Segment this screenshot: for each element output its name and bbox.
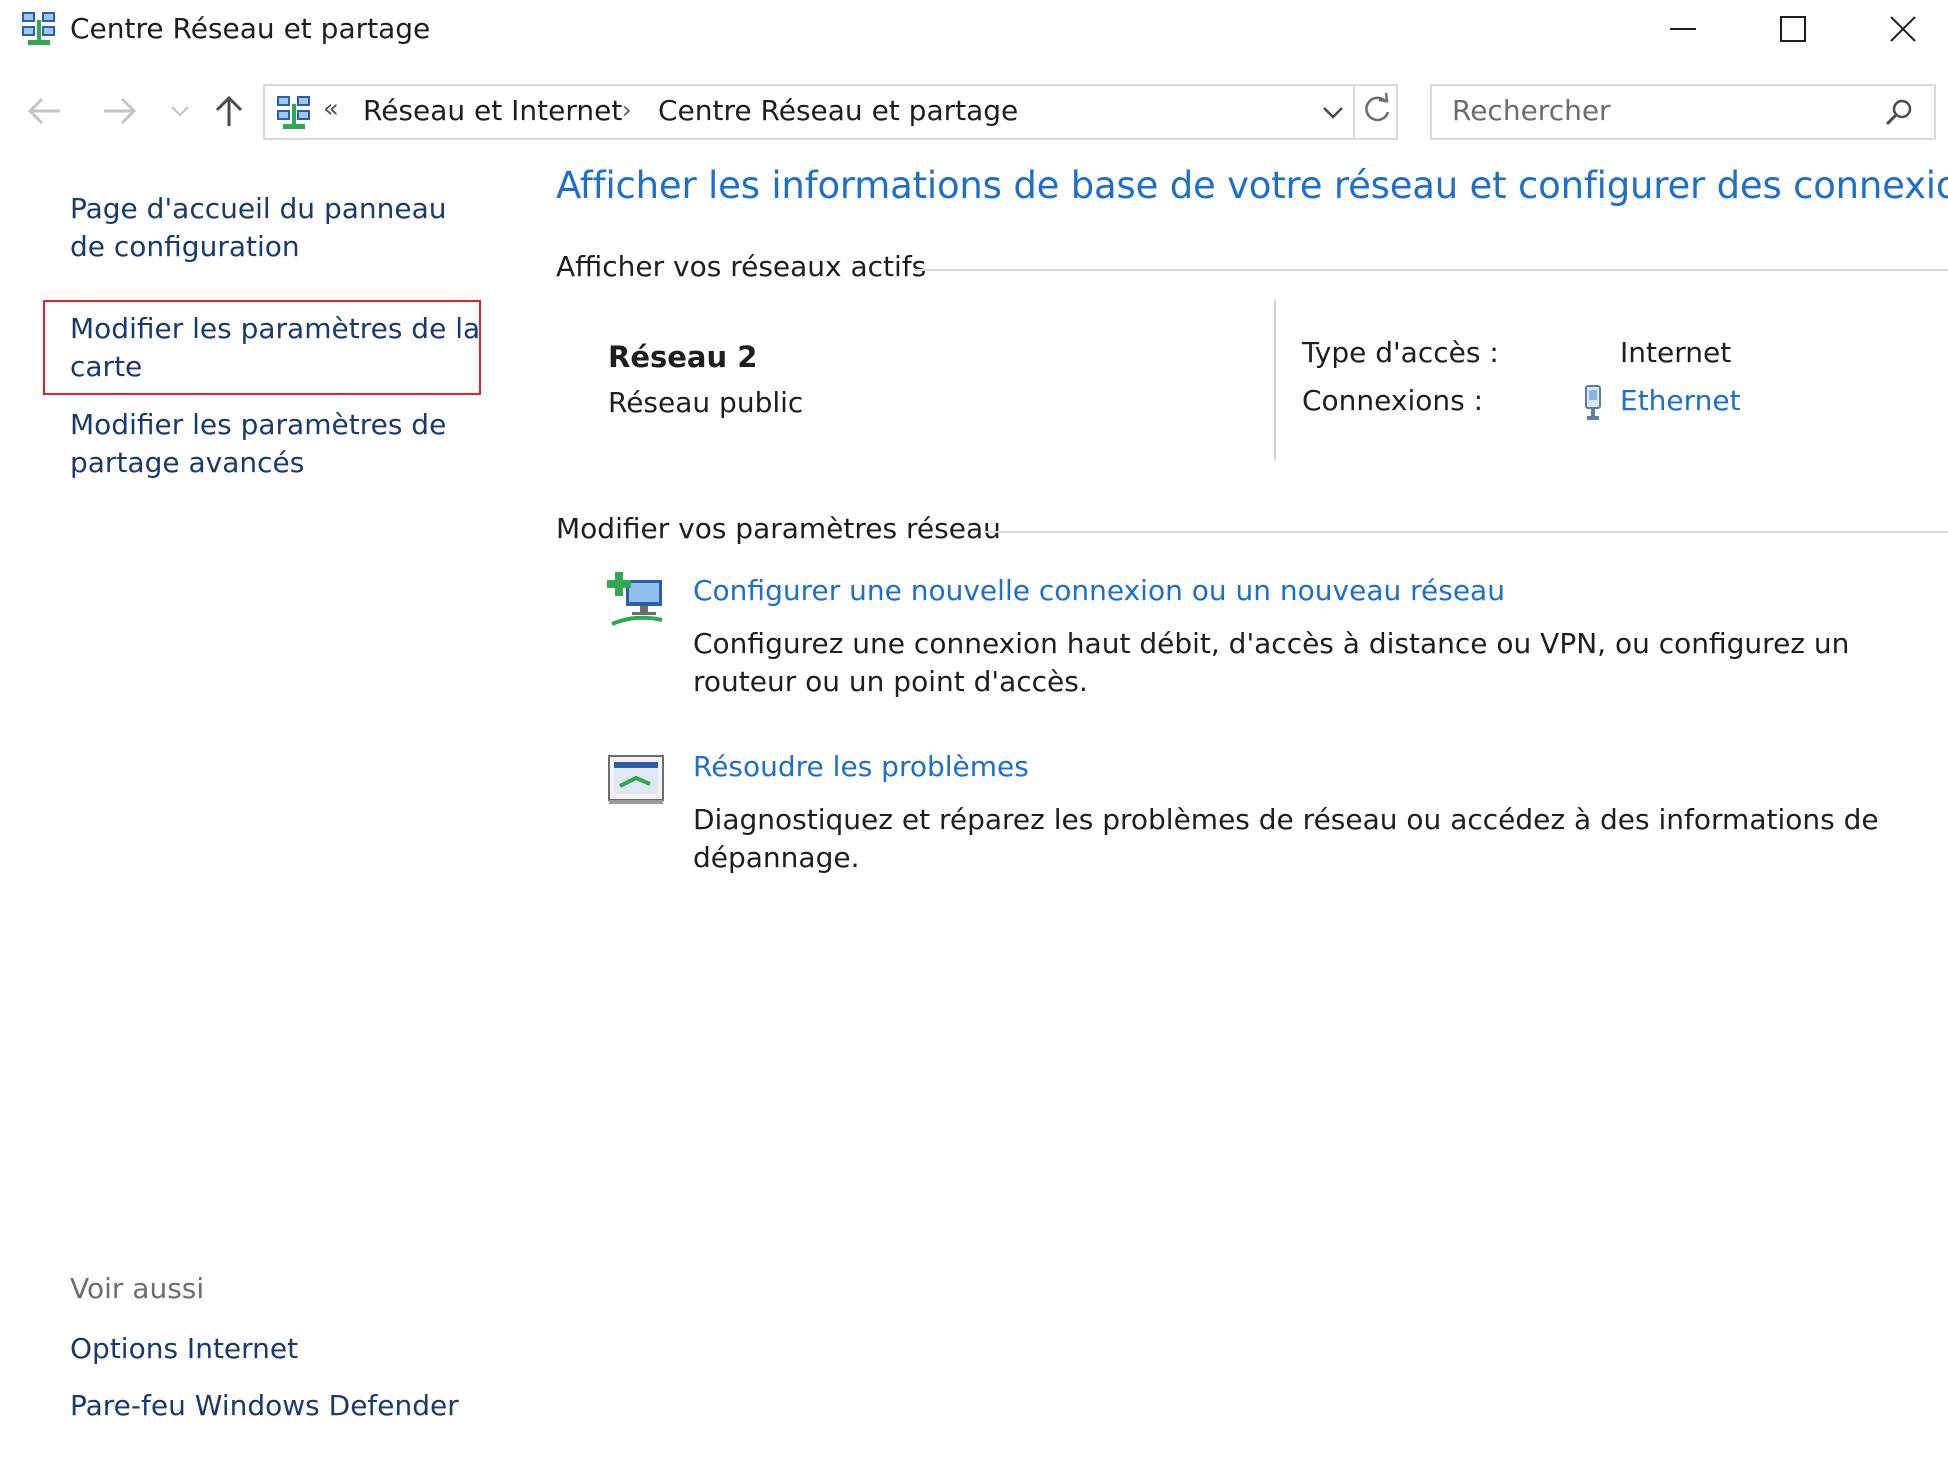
- maximize-icon: [1780, 16, 1806, 42]
- page-title: Afficher les informations de base de vot…: [556, 164, 1948, 207]
- minimize-button[interactable]: [1628, 0, 1738, 58]
- main-content: Afficher les informations de base de vot…: [556, 150, 1948, 1450]
- network-center-app-icon: [20, 10, 58, 48]
- recent-locations-button[interactable]: [166, 90, 194, 132]
- connections-label: Connexions :: [1302, 384, 1484, 417]
- refresh-button[interactable]: [1353, 84, 1398, 140]
- advanced-sharing-settings-link[interactable]: Modifier les paramètres de partage avanc…: [70, 406, 490, 482]
- setup-new-connection-description: Configurez une connexion haut débit, d'a…: [693, 627, 1850, 698]
- troubleshoot-problems-link[interactable]: Résoudre les problèmes: [693, 750, 1029, 783]
- search-icon[interactable]: [1882, 96, 1916, 130]
- network-center-location-icon: [275, 94, 313, 132]
- network-category: Réseau public: [608, 386, 804, 419]
- maximize-button[interactable]: [1738, 0, 1848, 58]
- see-also-heading: Voir aussi: [70, 1272, 205, 1305]
- address-bar[interactable]: « Réseau et Internet › Centre Réseau et …: [263, 84, 1398, 140]
- troubleshoot-icon: [606, 750, 668, 812]
- breadcrumb-network-internet[interactable]: Réseau et Internet: [363, 94, 622, 127]
- breadcrumb-network-center[interactable]: Centre Réseau et partage: [658, 94, 1018, 127]
- close-button[interactable]: [1848, 0, 1948, 58]
- up-arrow-icon: [215, 95, 243, 126]
- control-panel-home-link[interactable]: Page d'accueil du panneau de configurati…: [70, 190, 490, 266]
- change-adapter-settings-link[interactable]: Modifier les paramètres de la carte: [70, 310, 490, 386]
- setup-new-connection-link[interactable]: Configurer une nouvelle connexion ou un …: [693, 574, 1505, 607]
- up-button[interactable]: [208, 90, 250, 132]
- search-box[interactable]: Rechercher: [1430, 84, 1936, 140]
- refresh-icon: [1365, 92, 1390, 122]
- ethernet-connection-link[interactable]: Ethernet: [1620, 384, 1741, 417]
- access-type-value: Internet: [1620, 336, 1732, 369]
- search-input[interactable]: Rechercher: [1452, 94, 1611, 127]
- window-title: Centre Réseau et partage: [70, 12, 431, 45]
- forward-button[interactable]: [98, 90, 140, 132]
- back-arrow-icon: [27, 97, 60, 125]
- breadcrumb-overflow[interactable]: «: [323, 94, 339, 124]
- new-connection-icon: [606, 570, 668, 632]
- ethernet-adapter-icon: [1580, 384, 1606, 424]
- network-name: Réseau 2: [608, 340, 758, 374]
- back-button[interactable]: [24, 90, 66, 132]
- vertical-divider: [1274, 300, 1276, 460]
- chevron-down-icon: [171, 106, 189, 117]
- navigation-bar: « Réseau et Internet › Centre Réseau et …: [0, 76, 1948, 146]
- forward-arrow-icon: [104, 97, 137, 125]
- title-bar: Centre Réseau et partage: [0, 0, 1948, 62]
- active-networks-heading: Afficher vos réseaux actifs: [556, 250, 927, 283]
- chevron-down-icon: [1323, 107, 1343, 119]
- breadcrumb-separator[interactable]: ›: [622, 96, 632, 124]
- section-divider: [914, 269, 1948, 271]
- close-icon: [1890, 16, 1916, 42]
- minimize-icon: [1670, 28, 1696, 30]
- access-type-label: Type d'accès :: [1302, 336, 1499, 369]
- left-navigation-pane: Page d'accueil du panneau de configurati…: [0, 150, 520, 1450]
- section-divider: [984, 531, 1948, 533]
- address-history-dropdown[interactable]: [1315, 98, 1351, 128]
- internet-options-link[interactable]: Options Internet: [70, 1330, 490, 1368]
- troubleshoot-problems-description: Diagnostiquez et réparez les problèmes d…: [693, 803, 1879, 874]
- windows-defender-firewall-link[interactable]: Pare-feu Windows Defender: [70, 1387, 490, 1425]
- modify-settings-heading: Modifier vos paramètres réseau: [556, 512, 1001, 545]
